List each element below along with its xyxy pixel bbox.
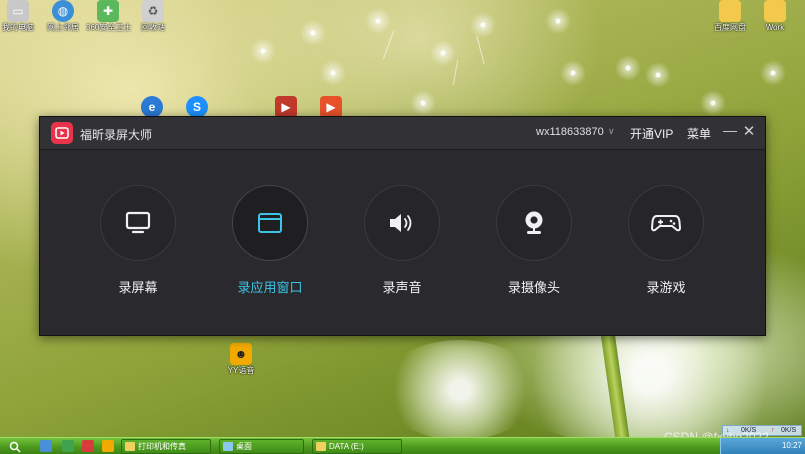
mode-record-screen[interactable]: 录屏幕 bbox=[78, 185, 198, 296]
desktop-icon bbox=[223, 442, 233, 451]
vip-button[interactable]: 开通VIP bbox=[630, 125, 673, 142]
desktop-icon-network[interactable]: ◍ 网上邻居 bbox=[41, 0, 85, 32]
yy-icon: ☻ bbox=[230, 343, 252, 365]
dandelion-puff bbox=[380, 340, 540, 440]
folder-icon bbox=[719, 0, 741, 22]
dandelion-seed bbox=[365, 8, 391, 34]
mode-record-window[interactable]: 录应用窗口 bbox=[210, 185, 330, 296]
desktop-icon-my-computer[interactable]: ▭ 我的电脑 bbox=[0, 0, 40, 32]
account-name[interactable]: wx118633870 bbox=[536, 126, 604, 138]
desktop-icon-360-safe[interactable]: ✚ 360安全卫士 bbox=[86, 0, 131, 32]
mode-label: 录游戏 bbox=[646, 280, 686, 295]
speaker-icon bbox=[390, 214, 412, 232]
desktop-icon-browser[interactable]: e bbox=[130, 96, 174, 118]
dandelion-seed bbox=[645, 62, 671, 88]
seed-stem bbox=[382, 30, 395, 60]
start-button[interactable] bbox=[0, 438, 30, 454]
seed-stem bbox=[452, 60, 459, 85]
start-icon bbox=[9, 441, 21, 453]
net-down-speed: 0K/S bbox=[781, 427, 797, 434]
desktop-icon-player[interactable]: ▶ bbox=[309, 96, 353, 118]
desktop-icon-recycle-bin[interactable]: ♻ 回收站 bbox=[131, 0, 175, 32]
taskbar-item-desktop[interactable]: 桌面 bbox=[219, 439, 304, 454]
browser-s-icon: S bbox=[186, 96, 208, 118]
dandelion-seed bbox=[470, 12, 496, 38]
mode-record-game[interactable]: 录游戏 bbox=[606, 185, 726, 296]
video-icon: ▶ bbox=[275, 96, 297, 118]
dandelion-seed bbox=[300, 20, 326, 46]
download-arrow-icon: ↑ bbox=[771, 427, 775, 434]
folder-icon bbox=[125, 442, 135, 451]
gamepad-icon bbox=[651, 215, 681, 232]
player-icon: ▶ bbox=[320, 96, 342, 118]
mode-label: 录摄像头 bbox=[507, 280, 560, 295]
globe-icon: e bbox=[141, 96, 163, 118]
quicklaunch-desktop-icon[interactable] bbox=[40, 440, 52, 452]
quicklaunch-app-icon[interactable] bbox=[62, 440, 74, 452]
system-tray: 10:27 bbox=[720, 438, 805, 454]
dandelion-seed bbox=[250, 38, 276, 64]
dandelion-seed bbox=[700, 90, 726, 116]
recycle-bin-icon: ♻ bbox=[142, 0, 164, 22]
mode-label: 录声音 bbox=[382, 280, 422, 295]
quicklaunch-app-icon[interactable] bbox=[102, 440, 114, 452]
desktop-icon-sogou-browser[interactable]: S bbox=[175, 96, 219, 118]
quicklaunch-app-icon[interactable] bbox=[82, 440, 94, 452]
folder-icon bbox=[316, 442, 326, 451]
close-icon[interactable]: ✕ bbox=[741, 122, 757, 142]
taskbar: 打印机和传真 桌面 DATA (E:) 10:27 bbox=[0, 437, 805, 454]
mode-label: 录屏幕 bbox=[118, 280, 158, 295]
monitor-icon bbox=[125, 211, 151, 234]
network-icon: ◍ bbox=[52, 0, 74, 22]
mode-record-webcam[interactable]: 录摄像头 bbox=[474, 185, 594, 296]
taskbar-item-printers[interactable]: 打印机和传真 bbox=[121, 439, 211, 454]
dandelion-seed bbox=[320, 60, 346, 86]
dandelion-seed bbox=[560, 60, 586, 86]
desktop-icon-video[interactable]: ▶ bbox=[264, 96, 308, 118]
mode-record-audio[interactable]: 录声音 bbox=[342, 185, 462, 296]
title-bar[interactable]: 福昕录屏大师 wx118633870 ∨ 开通VIP 菜单 — ✕ bbox=[40, 117, 765, 150]
folder-icon bbox=[764, 0, 786, 22]
app-logo-icon bbox=[51, 122, 73, 144]
dandelion-seed bbox=[430, 40, 456, 66]
dandelion-seed bbox=[545, 8, 571, 34]
minimize-icon[interactable]: — bbox=[723, 122, 737, 142]
menu-button[interactable]: 菜单 bbox=[687, 125, 711, 142]
webcam-icon bbox=[525, 211, 543, 234]
desktop-icon-baidu-netdisk[interactable]: 百度网盘 bbox=[708, 0, 752, 32]
mode-label: 录应用窗口 bbox=[237, 280, 303, 295]
dandelion-seed bbox=[615, 55, 641, 81]
taskbar-item-data-drive[interactable]: DATA (E:) bbox=[312, 439, 402, 454]
recorder-window: 福昕录屏大师 wx118633870 ∨ 开通VIP 菜单 — ✕ 录屏幕 录应… bbox=[39, 116, 766, 336]
clock[interactable]: 10:27 bbox=[782, 441, 802, 450]
window-icon bbox=[258, 213, 282, 233]
dandelion-seed bbox=[760, 60, 786, 86]
chevron-down-icon[interactable]: ∨ bbox=[608, 126, 615, 137]
desktop-icon-work[interactable]: Work bbox=[753, 0, 797, 32]
seed-stem bbox=[476, 35, 485, 65]
computer-icon: ▭ bbox=[7, 0, 29, 22]
app-title: 福昕录屏大师 bbox=[80, 128, 153, 142]
shield-icon: ✚ bbox=[97, 0, 119, 22]
dandelion-seed bbox=[410, 90, 436, 116]
desktop-icon-yy[interactable]: ☻ YY语音 bbox=[219, 343, 263, 375]
